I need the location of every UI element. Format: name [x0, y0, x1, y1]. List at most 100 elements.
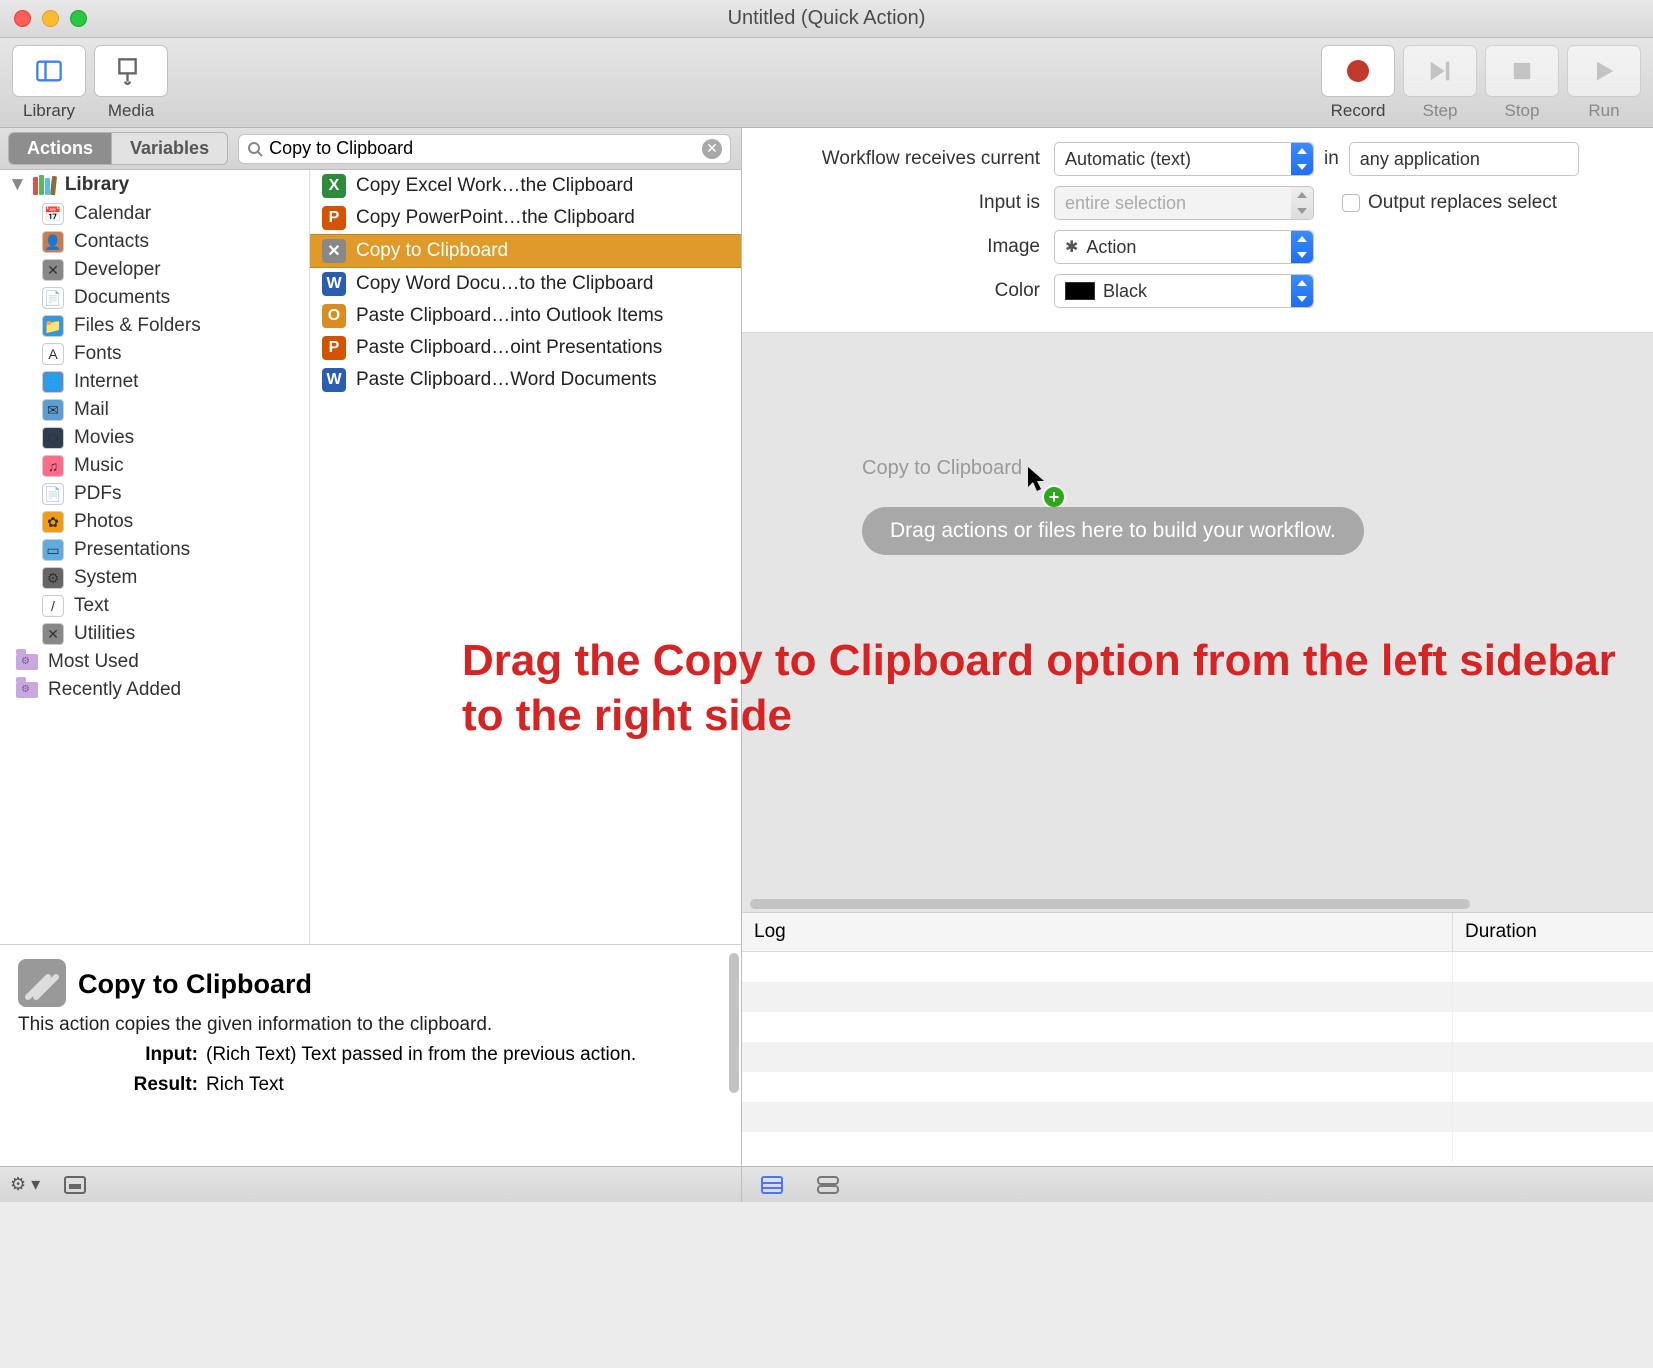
sidebar-item-movies[interactable]: QMovies [0, 424, 309, 452]
log-body [742, 952, 1653, 1166]
search-field[interactable]: ✕ [238, 134, 731, 164]
application-dropdown[interactable]: any application [1349, 142, 1579, 176]
scrollbar[interactable] [729, 953, 739, 1093]
output-replaces-checkbox[interactable] [1342, 194, 1360, 212]
horizontal-scrollbar[interactable] [742, 896, 1653, 912]
sidebar-item-label: Photos [74, 511, 133, 533]
category-icon: 📅 [42, 203, 64, 225]
log-column-header[interactable]: Log [742, 913, 1453, 951]
color-dropdown[interactable]: Black [1054, 274, 1314, 308]
list-view-icon[interactable] [816, 1175, 840, 1195]
annotation-text: Drag the Copy to Clipboard option from t… [462, 633, 1633, 743]
category-icon: 👤 [42, 231, 64, 253]
library-header[interactable]: ▼ Library [0, 170, 309, 200]
sidebar-item-calendar[interactable]: 📅Calendar [0, 200, 309, 228]
sidebar-item-photos[interactable]: ✿ Photos [0, 508, 309, 536]
sidebar-item-label: Movies [74, 427, 134, 449]
sidebar-item-files-folders[interactable]: 📁 Files & Folders [0, 312, 309, 340]
sidebar-item-label: Music [74, 455, 124, 477]
minimize-icon[interactable] [42, 10, 59, 27]
inputis-dropdown: entire selection [1054, 186, 1314, 220]
media-button[interactable]: Media [94, 45, 168, 121]
sidebar-item-contacts[interactable]: 👤 Contacts [0, 228, 309, 256]
tab-search-row: Actions Variables ✕ [0, 128, 741, 170]
sidebar-item-label: Internet [74, 371, 138, 393]
sidebar-item-developer[interactable]: ✕Developer [0, 256, 309, 284]
stop-button[interactable]: Stop [1485, 45, 1559, 121]
color-swatch [1065, 282, 1095, 300]
category-icon: ▭ [42, 539, 64, 561]
clear-icon[interactable]: ✕ [702, 139, 722, 159]
utilities-icon [18, 959, 66, 1007]
library-icon [31, 174, 59, 196]
sidebar-item-documents[interactable]: 📄Documents [0, 284, 309, 312]
record-button[interactable]: Record [1321, 45, 1395, 121]
action-item[interactable]: WPaste Clipboard…Word Documents [310, 364, 741, 396]
sidebar-item-label: Text [74, 595, 109, 617]
flow-view-icon[interactable] [760, 1175, 784, 1195]
actions-variables-segment: Actions Variables [8, 132, 228, 165]
action-item-label: Copy Word Docu…to the Clipboard [356, 273, 653, 295]
traffic-lights [14, 10, 87, 27]
sidebar-item-text[interactable]: /Text [0, 592, 309, 620]
close-icon[interactable] [14, 10, 31, 27]
action-item-label: Paste Clipboard…oint Presentations [356, 337, 662, 359]
action-item-label: Copy to Clipboard [356, 240, 508, 262]
library-sidebar: ▼ Library 📅Calendar👤Contacts✕Developer📄D… [0, 170, 310, 944]
sidebar-item-label: Contacts [74, 231, 149, 253]
app-icon: ✕ [322, 239, 346, 263]
category-icon: ✿ [42, 511, 64, 533]
sidebar-item-fonts[interactable]: AFonts [0, 340, 309, 368]
action-item[interactable]: P Copy PowerPoint…the Clipboard [310, 202, 741, 234]
duration-column-header[interactable]: Duration [1453, 913, 1653, 951]
category-icon: A [42, 343, 64, 365]
description-title: Copy to Clipboard [78, 969, 723, 1000]
category-icon: ♫ [42, 455, 64, 477]
sidebar-item-label: Recently Added [48, 679, 181, 701]
log-panel: Log Duration [742, 912, 1653, 1166]
action-item[interactable]: X Copy Excel Work…the Clipboard [310, 170, 741, 202]
app-icon: P [322, 336, 346, 360]
sidebar-item-pdfs[interactable]: 📄PDFs [0, 480, 309, 508]
sidebar-item-system[interactable]: ⚙System [0, 564, 309, 592]
zoom-icon[interactable] [70, 10, 87, 27]
sidebar-item-music[interactable]: ♫ Music [0, 452, 309, 480]
category-icon: ✕ [42, 623, 64, 645]
sidebar-item-utilities[interactable]: ✕Utilities [0, 620, 309, 648]
sidebar-item-label: Files & Folders [74, 315, 201, 337]
receives-dropdown[interactable]: Automatic (text) [1054, 142, 1314, 176]
image-dropdown[interactable]: ✱ Action [1054, 230, 1314, 264]
gear-popup-icon[interactable]: ⚙ ▾ [10, 1174, 40, 1195]
workflow-canvas[interactable]: Copy to Clipboard + Drag actions or file… [742, 333, 1653, 896]
tab-actions[interactable]: Actions [8, 132, 112, 165]
sidebar-item-internet[interactable]: 🌐Internet [0, 368, 309, 396]
app-icon: O [322, 304, 346, 328]
inbox-icon[interactable] [64, 1176, 86, 1194]
tab-variables[interactable]: Variables [112, 132, 228, 165]
action-item-label: Copy PowerPoint…the Clipboard [356, 207, 635, 229]
search-input[interactable] [269, 138, 702, 159]
app-icon: P [322, 206, 346, 230]
sidebar-item-presentations[interactable]: ▭Presentations [0, 536, 309, 564]
workflow-config: Workflow receives current Automatic (tex… [742, 128, 1653, 333]
run-button[interactable]: Run [1567, 45, 1641, 121]
gear-icon: ✱ [1065, 237, 1078, 257]
action-item-label: Copy Excel Work…the Clipboard [356, 175, 633, 197]
action-item[interactable]: ✕ Copy to Clipboard [310, 234, 741, 268]
category-icon: 📁 [42, 315, 64, 337]
sidebar-item-label: Developer [74, 259, 161, 281]
sidebar-item-mail[interactable]: ✉Mail [0, 396, 309, 424]
app-icon: W [322, 272, 346, 296]
sidebar-smart-most-used[interactable]: ⚙Most Used [0, 648, 309, 676]
action-item[interactable]: OPaste Clipboard…into Outlook Items [310, 300, 741, 332]
library-button[interactable]: Library [12, 45, 86, 121]
action-item[interactable]: W Copy Word Docu…to the Clipboard [310, 268, 741, 300]
output-replaces-label: Output replaces select [1368, 192, 1557, 214]
disclosure-icon[interactable]: ▼ [8, 174, 27, 196]
step-button[interactable]: Step [1403, 45, 1477, 121]
sidebar-smart-recently-added[interactable]: ⚙Recently Added [0, 676, 309, 704]
action-item[interactable]: P Paste Clipboard…oint Presentations [310, 332, 741, 364]
app-icon: X [322, 174, 346, 198]
drop-hint: Drag actions or files here to build your… [862, 507, 1364, 555]
sidebar-item-label: Most Used [48, 651, 139, 673]
